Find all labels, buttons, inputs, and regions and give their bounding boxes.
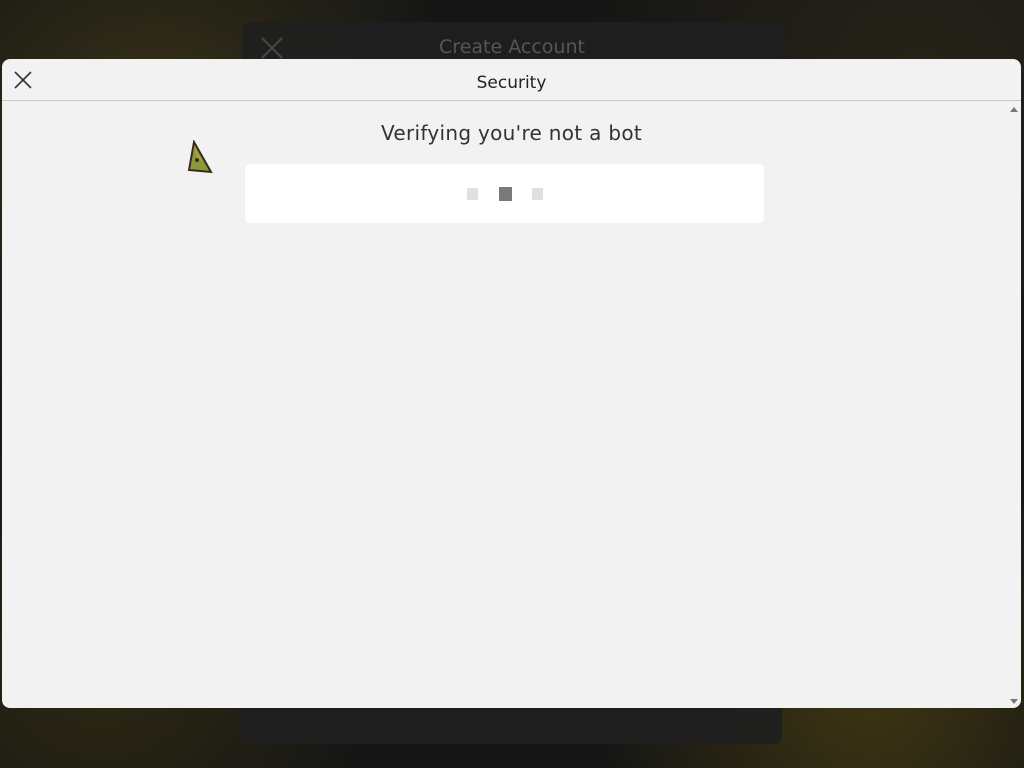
verification-loader	[245, 164, 764, 223]
background-dialog-title: Create Account	[439, 36, 585, 58]
scroll-up-arrow-icon[interactable]	[1010, 107, 1018, 112]
security-modal: Security Verifying you're not a bot	[2, 59, 1021, 708]
verification-status-text: Verifying you're not a bot	[380, 121, 642, 145]
loader-dot-active	[499, 187, 512, 201]
modal-header: Security	[2, 59, 1021, 101]
loader-dot	[467, 188, 478, 200]
loader-dot	[532, 188, 543, 200]
modal-title: Security	[476, 73, 547, 93]
custom-cursor-icon	[185, 139, 215, 174]
scroll-down-arrow-icon[interactable]	[1010, 699, 1018, 704]
